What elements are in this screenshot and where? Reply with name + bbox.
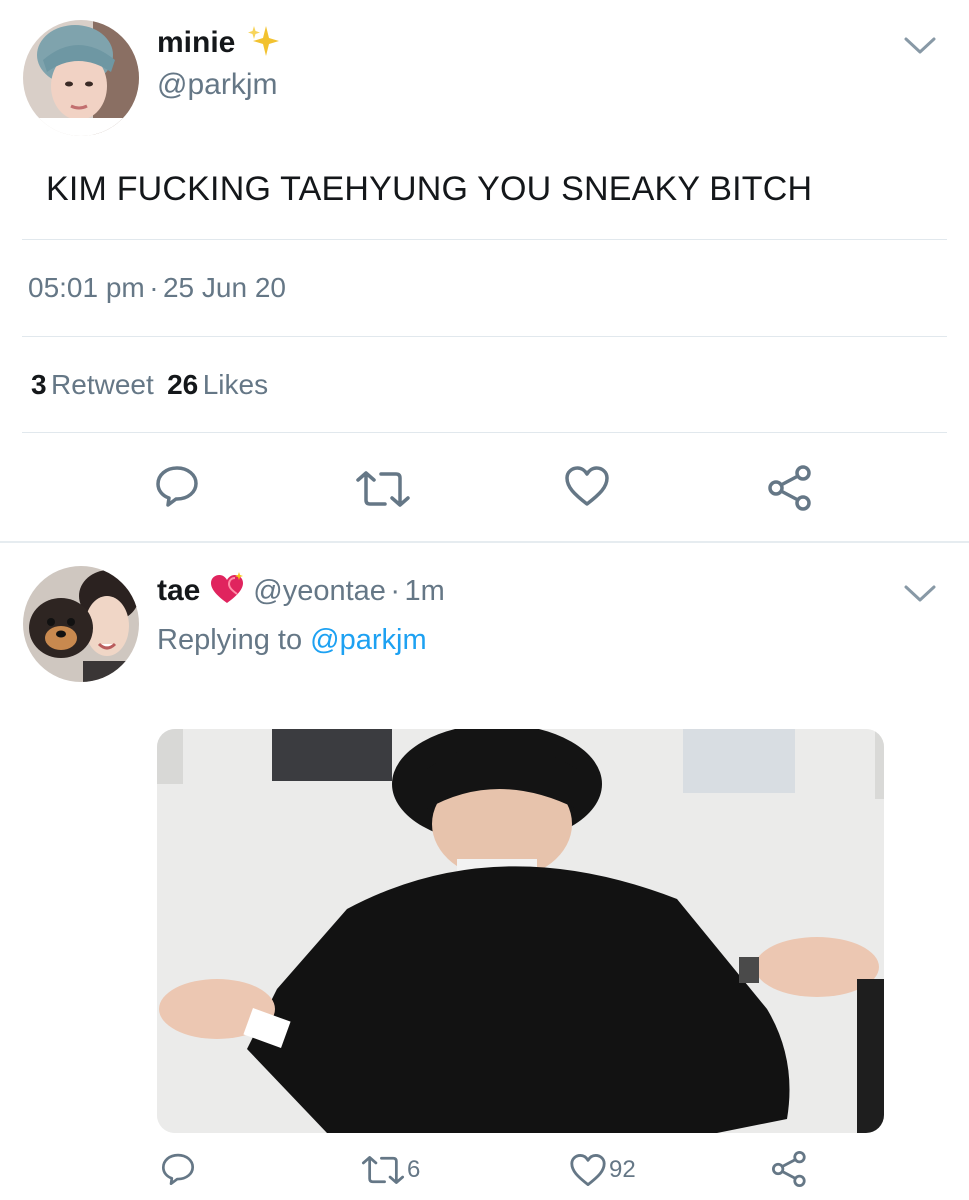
like-button[interactable] (564, 465, 610, 507)
retweet-count: 6 (407, 1156, 421, 1183)
tweet-stats: 3 Retweet 26 Likes (31, 369, 268, 401)
retweet-label: Retweet (51, 369, 154, 400)
avatar-tae[interactable] (23, 566, 139, 682)
like-icon (570, 1154, 606, 1186)
like-button[interactable]: 92 (569, 1153, 636, 1187)
likes-count: 26 (167, 369, 199, 400)
tweet-text: KIM FUCKING TAEHYUNG YOU SNEAKY BITCH (46, 170, 813, 208)
share-icon (771, 1150, 806, 1188)
replying-to-link[interactable]: @parkjm (310, 624, 426, 656)
reply-age: 1m (404, 575, 445, 607)
chevron-down-icon[interactable] (903, 35, 937, 57)
display-name[interactable]: tae (157, 574, 200, 607)
retweet-button[interactable]: 6 (361, 1155, 420, 1185)
divider (22, 239, 947, 240)
section-divider (0, 541, 969, 543)
display-name[interactable]: minie (157, 26, 235, 60)
share-button[interactable] (771, 1150, 809, 1188)
separator-dot: · (149, 272, 159, 303)
likes-label: Likes (202, 369, 269, 400)
reply-button[interactable] (154, 464, 200, 508)
reply-icon (161, 1153, 195, 1186)
retweet-icon (361, 1156, 405, 1184)
chevron-down-icon[interactable] (903, 583, 937, 605)
sparkling-heart-icon (209, 572, 245, 611)
replying-prefix: Replying to (157, 624, 303, 656)
divider (22, 336, 947, 337)
like-count: 92 (609, 1156, 636, 1183)
divider (22, 432, 947, 433)
separator-dot: · (390, 575, 401, 607)
user-handle[interactable]: @parkjm (157, 68, 277, 102)
tweet-timestamp: 05:01 pm · 25 Jun 20 (28, 272, 286, 304)
retweet-count: 3 (31, 369, 47, 400)
reply-button[interactable] (160, 1152, 196, 1186)
attached-photo[interactable] (157, 729, 884, 1133)
tweet-time: 05:01 pm (28, 272, 145, 303)
replying-to: Replying to @parkjm (157, 624, 427, 657)
sparkle-icon (248, 24, 280, 65)
tweet-date: 25 Jun 20 (162, 272, 286, 303)
reply-header: tae @yeontae · 1m (157, 572, 445, 611)
share-icon (768, 465, 811, 511)
avatar-minie[interactable] (23, 20, 139, 136)
retweet-icon (356, 471, 410, 507)
reply-icon (156, 466, 198, 507)
share-button[interactable] (767, 464, 815, 512)
retweet-button[interactable] (355, 470, 411, 508)
like-icon (565, 466, 609, 506)
likes-stat[interactable]: 26 Likes (167, 369, 268, 400)
retweet-stat[interactable]: 3 Retweet (31, 369, 158, 400)
reply-handle[interactable]: @yeontae (253, 575, 386, 607)
